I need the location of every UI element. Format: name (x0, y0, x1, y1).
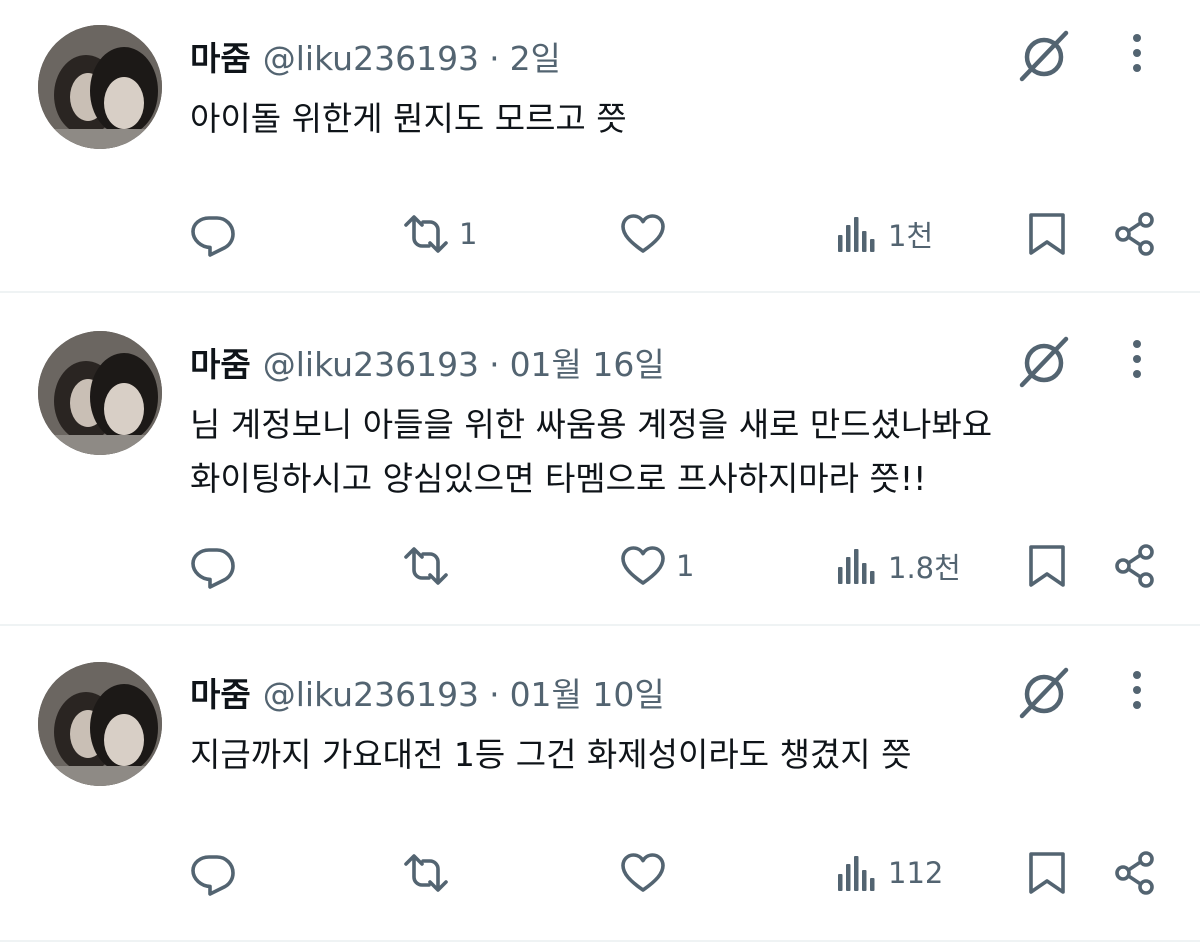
bookmark-button[interactable] (1024, 543, 1070, 589)
like-button[interactable]: 1 (620, 543, 694, 589)
timestamp[interactable]: 01월 16일 (510, 338, 665, 386)
view-count: 1.8천 (888, 551, 961, 585)
tweet-text: 아이돌 위한게 뭔지도 모르고 쯧 (190, 92, 1150, 146)
retweet-icon (404, 547, 448, 585)
reply-icon (191, 216, 235, 257)
user-handle[interactable]: @liku236193 (263, 39, 479, 78)
like-button[interactable] (620, 211, 676, 257)
view-count: 1천 (888, 219, 934, 253)
bookmark-button[interactable] (1024, 850, 1070, 896)
separator-dot: · (489, 39, 500, 78)
avatar[interactable] (38, 331, 162, 455)
tweet-text: 지금까지 가요대전 1등 그건 화제성이라도 챙겼지 쯧 (190, 728, 1150, 782)
retweet-button[interactable]: 1 (403, 211, 477, 257)
share-button[interactable] (1112, 543, 1158, 589)
user-handle[interactable]: @liku236193 (263, 345, 479, 384)
share-icon (1115, 851, 1154, 895)
more-icon[interactable] (1124, 336, 1150, 382)
tweet-text: 님 계정보니 아들을 위한 싸움용 계정을 새로 만드셨나봐요 화이팅하시고 양… (190, 398, 1150, 506)
tweet-divider (0, 291, 1200, 293)
timestamp[interactable]: 2일 (510, 32, 561, 80)
avatar[interactable] (38, 25, 162, 149)
separator-dot: · (489, 675, 500, 714)
tweet-header: 마줌 @liku236193 · 2일 (190, 32, 561, 78)
retweet-icon (404, 215, 448, 253)
more-icon[interactable] (1124, 30, 1150, 76)
share-icon (1115, 544, 1154, 588)
tweet-text-line: 님 계정보니 아들을 위한 싸움용 계정을 새로 만드셨나봐요 (190, 405, 993, 444)
tweet-header: 마줌 @liku236193 · 01월 10일 (190, 668, 665, 714)
display-name[interactable]: 마줌 (190, 668, 251, 716)
grok-icon[interactable] (1018, 333, 1074, 389)
reply-button[interactable] (190, 543, 246, 589)
share-button[interactable] (1112, 211, 1158, 257)
view-count: 112 (888, 856, 944, 890)
reply-button[interactable] (190, 850, 246, 896)
tweet-divider (0, 624, 1200, 626)
tweet-text-line: 지금까지 가요대전 1등 그건 화제성이라도 챙겼지 쯧 (190, 735, 912, 774)
grok-icon[interactable] (1018, 664, 1074, 720)
display-name[interactable]: 마줌 (190, 32, 251, 80)
like-button[interactable] (620, 850, 676, 896)
share-icon (1115, 212, 1154, 256)
views-icon (838, 549, 875, 584)
timestamp[interactable]: 01월 10일 (510, 668, 665, 716)
views-button[interactable]: 1.8천 (832, 543, 961, 589)
retweet-button[interactable] (403, 543, 459, 589)
bookmark-icon (1029, 213, 1065, 255)
display-name[interactable]: 마줌 (190, 338, 251, 386)
tweet-text-line: 아이돌 위한게 뭔지도 모르고 쯧 (190, 99, 627, 138)
retweet-button[interactable] (403, 850, 459, 896)
heart-icon (621, 546, 665, 585)
avatar[interactable] (38, 662, 162, 786)
user-handle[interactable]: @liku236193 (263, 675, 479, 714)
like-count: 1 (676, 549, 695, 583)
reply-icon (191, 855, 235, 896)
bookmark-icon (1029, 852, 1065, 894)
tweet-text-line: 화이팅하시고 양심있으면 타멤으로 프사하지마라 쯧!! (190, 459, 927, 498)
reply-icon (191, 548, 235, 589)
heart-icon (621, 853, 665, 892)
retweet-count: 1 (459, 217, 478, 251)
views-button[interactable]: 1천 (832, 211, 933, 257)
grok-icon[interactable] (1018, 27, 1074, 83)
views-icon (838, 217, 875, 252)
reply-button[interactable] (190, 211, 246, 257)
views-button[interactable]: 112 (832, 850, 943, 896)
separator-dot: · (489, 345, 500, 384)
views-icon (838, 856, 875, 891)
tweet-divider (0, 940, 1200, 942)
bookmark-icon (1029, 545, 1065, 587)
heart-icon (621, 214, 665, 253)
tweet-header: 마줌 @liku236193 · 01월 16일 (190, 338, 665, 384)
share-button[interactable] (1112, 850, 1158, 896)
more-icon[interactable] (1124, 667, 1150, 713)
bookmark-button[interactable] (1024, 211, 1070, 257)
retweet-icon (404, 854, 448, 892)
